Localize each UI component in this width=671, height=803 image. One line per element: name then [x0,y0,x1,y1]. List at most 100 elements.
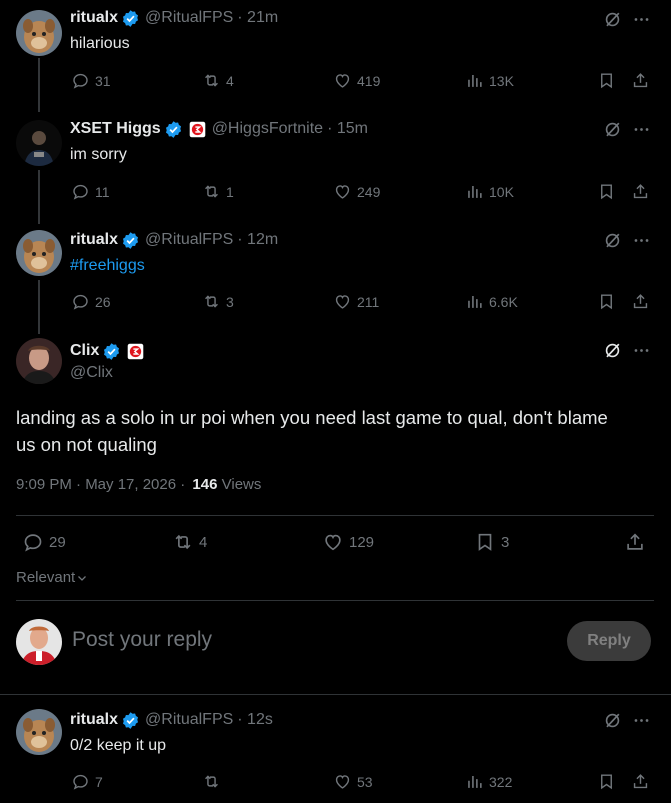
grok-icon[interactable] [603,231,622,250]
views-button[interactable]: 13K [465,71,514,90]
author-handle[interactable]: @RitualFPS [145,231,233,249]
views-button[interactable]: 6.6K [465,292,518,311]
reply-icon [22,531,44,553]
repost-button[interactable] [202,772,226,791]
grok-icon[interactable] [603,120,622,139]
bookmark-button[interactable] [597,292,616,311]
share-button[interactable] [631,292,650,311]
repost-icon [172,531,194,553]
author-name[interactable]: Clix [70,342,99,360]
hashtag-link[interactable]: #freehiggs [70,257,145,275]
more-icon[interactable] [632,10,651,29]
reply-button[interactable]: 29 [22,531,66,553]
bookmark-button[interactable]: 3 [474,531,509,553]
team-badge-icon [127,343,144,360]
bookmark-button[interactable] [597,71,616,90]
repost-button[interactable]: 4 [202,71,234,90]
author-handle[interactable]: @Clix [70,364,113,382]
verified-badge-icon [164,120,183,139]
share-button[interactable] [624,531,646,553]
repost-button[interactable]: 1 [202,182,234,201]
views-icon [465,292,484,311]
repost-icon [202,182,221,201]
reply-button-submit[interactable]: Reply [567,621,651,661]
bookmark-icon [597,772,616,791]
share-icon [631,182,650,201]
tweet-time[interactable]: · 15m [327,120,368,138]
like-button[interactable]: 129 [322,531,374,553]
thread-line [38,280,40,334]
bookmark-icon [597,182,616,201]
repost-button[interactable]: 3 [202,292,234,311]
divider [16,600,654,601]
repost-button[interactable]: 4 [172,531,207,553]
like-button[interactable]: 211 [333,292,379,311]
like-button[interactable]: 419 [333,71,380,90]
author-name[interactable]: XSET Higgs [70,120,161,138]
verified-badge-icon [121,711,140,730]
repost-icon [202,772,221,791]
more-icon[interactable] [632,711,651,730]
heart-icon [333,71,352,90]
post-text: landing as a solo in ur poi when you nee… [16,407,608,455]
author-handle[interactable]: @HiggsFortnite [212,120,323,138]
avatar-xset-higgs[interactable] [16,120,62,166]
avatar-clix[interactable] [16,338,62,384]
author-handle[interactable]: @RitualFPS [145,9,233,27]
reply-button[interactable]: 7 [71,772,103,791]
tweet-text: im sorry [70,146,127,163]
reply-icon [71,772,90,791]
avatar-ritualx[interactable] [16,709,62,755]
views-icon [465,182,484,201]
share-button[interactable] [631,71,650,90]
tweet-header: ritualx @RitualFPS · 12s [70,709,273,731]
avatar-ritualx[interactable] [16,10,62,56]
views-button[interactable]: 10K [465,182,514,201]
reply-button[interactable]: 26 [71,292,111,311]
share-button[interactable] [631,772,650,791]
bookmark-button[interactable] [597,772,616,791]
more-icon[interactable] [632,231,651,250]
tweet-text: hilarious [70,35,130,52]
views-button[interactable]: 322 [465,772,512,791]
tweet-time[interactable]: · 12m [237,231,278,249]
author-name[interactable]: ritualx [70,711,118,729]
reply-button[interactable]: 11 [71,182,110,201]
views-icon [465,772,484,791]
bookmark-button[interactable] [597,182,616,201]
more-icon[interactable] [632,341,651,360]
post-meta: 9:09 PM · May 17, 2026 · 146 Views [16,476,261,493]
chevron-down-icon [78,575,87,581]
reply-icon [71,182,90,201]
tweet-header: Clix [70,340,144,362]
author-handle[interactable]: @RitualFPS [145,711,233,729]
more-icon[interactable] [632,120,651,139]
grok-icon[interactable] [603,711,622,730]
post-timestamp[interactable]: 9:09 PM · May 17, 2026 · [16,476,185,493]
thread-line [38,170,40,224]
author-name[interactable]: ritualx [70,231,118,249]
tweet-header: XSET Higgs @HiggsFortnite · 15m [70,118,368,140]
grok-icon[interactable] [603,341,622,360]
heart-icon [333,772,352,791]
views-count: 146 [192,476,218,493]
like-button[interactable]: 249 [333,182,380,201]
author-name[interactable]: ritualx [70,9,118,27]
grok-icon[interactable] [603,10,622,29]
tweet-time[interactable]: · 12s [237,711,273,729]
heart-icon [333,292,352,311]
avatar-current-user[interactable] [16,619,62,665]
divider [16,515,654,516]
verified-badge-icon [121,231,140,250]
sort-dropdown[interactable]: Relevant [16,569,88,586]
heart-icon [333,182,352,201]
divider [0,694,671,695]
tweet-time[interactable]: · 21m [237,9,278,27]
avatar-ritualx[interactable] [16,230,62,276]
tweet-header: ritualx @RitualFPS · 21m [70,7,278,29]
heart-icon [322,531,344,553]
share-button[interactable] [631,182,650,201]
reply-button[interactable]: 31 [71,71,111,90]
like-button[interactable]: 53 [333,772,373,791]
reply-input[interactable]: Post your reply [72,628,212,652]
